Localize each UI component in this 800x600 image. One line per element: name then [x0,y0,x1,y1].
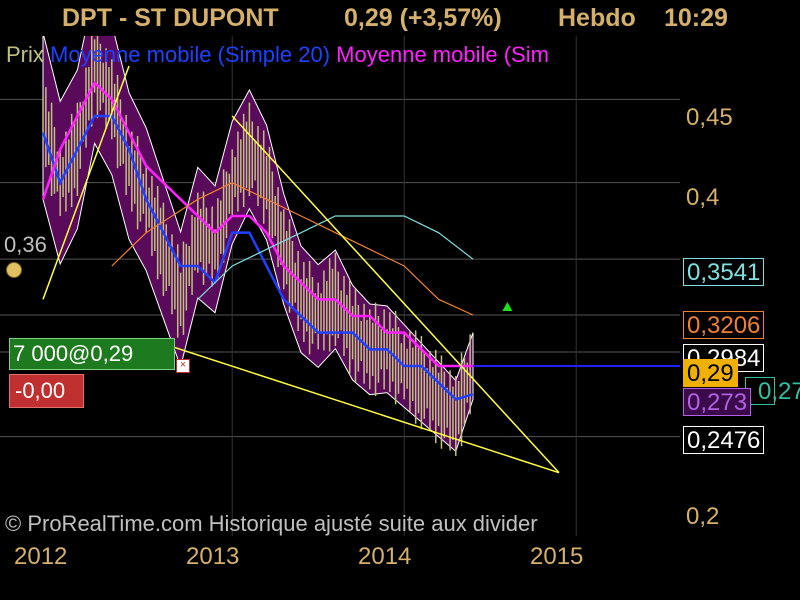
period-label: Hebdo [558,4,636,32]
ma-magenta-value-tag: 0,273 [683,388,752,416]
legend-price: Prix [6,42,44,67]
pnl-label: -0,00 [9,374,84,408]
buy-arrow-icon [502,302,513,311]
ma-cyan-value-tag: 0,3541 [683,258,765,286]
close-order-icon[interactable]: × [176,359,190,373]
bollinger-band [42,36,474,453]
y-tick-label: 0,4 [686,184,720,211]
legend-ma-magenta: Moyenne mobile (Sim [336,42,549,67]
chart-title-bar: DPT - ST DUPONT 0,29 (+3,57%) Hebdo 10:2… [0,0,800,36]
order-label[interactable]: 7 000@0,29 [9,338,175,370]
last-price-tag: 0,29 [683,359,738,387]
x-tick-label: 2014 [358,543,412,570]
x-tick-label: 2012 [14,543,68,570]
lower-band-value-tag: 0,2476 [683,426,765,454]
copyright-notice: © ProRealTime.com Historique ajusté suit… [5,511,538,536]
alert-bell-icon[interactable] [6,262,22,278]
time-label: 10:29 [664,4,728,32]
ma-orange-value-tag: 0,3206 [683,311,765,339]
plot-area[interactable] [0,36,680,536]
y-tick-label: 0,2 [686,503,720,530]
x-tick-label: 2015 [530,543,584,570]
legend-ma-blue: Moyenne mobile (Simple 20) [50,42,331,67]
legend: Prix Moyenne mobile (Simple 20) Moyenne … [6,42,549,68]
quote-change: 0,29 (+3,57%) [344,4,502,32]
price-marker-label: 0,36 [4,232,47,257]
price-chart[interactable] [0,36,680,536]
x-tick-label: 2013 [186,543,240,570]
ticker-title: DPT - ST DUPONT [62,4,279,32]
y-tick-label: 0,45 [686,104,733,131]
